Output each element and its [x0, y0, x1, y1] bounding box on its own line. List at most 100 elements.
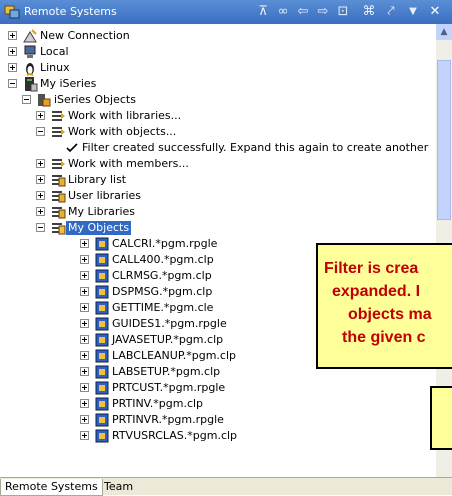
program-object-icon — [95, 317, 109, 331]
tree-item-label: CALCRI.*pgm.rpgle — [112, 237, 218, 250]
tree-item-label: LABSETUP.*pgm.clp — [112, 365, 221, 378]
tree-item-label: DSPMSG.*pgm.clp — [112, 285, 213, 298]
filter-pool-icon — [52, 159, 65, 169]
link-icon[interactable]: ∞ — [274, 3, 292, 21]
collapse-toggle[interactable] — [22, 95, 31, 104]
tree-item-iseries-objects[interactable]: iSeries Objects — [0, 92, 436, 108]
expand-toggle[interactable] — [8, 47, 17, 56]
expand-toggle[interactable] — [80, 255, 89, 264]
filter-pool-icon — [52, 127, 65, 137]
tree-item-label: iSeries Objects — [54, 93, 136, 106]
tab-team[interactable]: Team — [100, 479, 137, 495]
expand-toggle[interactable] — [80, 335, 89, 344]
expand-toggle[interactable] — [36, 191, 45, 200]
tree-item-my-libraries[interactable]: My Libraries — [0, 204, 436, 220]
scroll-thumb[interactable] — [437, 60, 451, 220]
tree-item-work-with-members[interactable]: Work with members... — [0, 156, 436, 172]
tree-item-library-list[interactable]: Library list — [0, 172, 436, 188]
expand-toggle[interactable] — [80, 415, 89, 424]
refresh-icon[interactable]: ⤤ — [382, 3, 400, 21]
tree-item-my-objects[interactable]: My Objects — [0, 220, 436, 236]
expand-toggle[interactable] — [80, 271, 89, 280]
collapse-icon[interactable]: ⌘ — [360, 3, 378, 21]
computer-icon — [24, 45, 36, 58]
object-filter-icon — [52, 223, 66, 235]
tab-remote-systems[interactable]: Remote Systems — [0, 479, 103, 496]
filter-pool-icon — [52, 111, 65, 121]
program-object-icon — [95, 397, 109, 411]
expand-toggle[interactable] — [80, 399, 89, 408]
collapse-toggle[interactable] — [8, 79, 17, 88]
expand-toggle[interactable] — [80, 239, 89, 248]
tutorial-callout-secondary — [430, 386, 452, 450]
program-object-icon — [95, 333, 109, 347]
tree-item-label: New Connection — [40, 29, 130, 42]
tree-item-label: Filter created successfully. Expand this… — [82, 141, 429, 154]
expand-toggle[interactable] — [80, 351, 89, 360]
remote-systems-icon — [4, 5, 20, 19]
tree-item-object[interactable]: PRTINVR.*pgm.rpgle — [0, 412, 436, 428]
tree-item-label: RTVUSRCLAS.*pgm.clp — [112, 429, 238, 442]
view-title: Remote Systems — [24, 5, 117, 18]
tree-item-label: Linux — [40, 61, 70, 74]
program-object-icon — [95, 253, 109, 267]
expand-toggle[interactable] — [36, 175, 45, 184]
home-icon[interactable]: ⊡ — [334, 3, 352, 21]
expand-toggle[interactable] — [80, 367, 89, 376]
tree-item-filter-message[interactable]: Filter created successfully. Expand this… — [0, 140, 436, 156]
tree-item-label: Local — [40, 45, 69, 58]
tree-item-object[interactable]: PRTINV.*pgm.clp — [0, 396, 436, 412]
tree-item-work-with-objects[interactable]: Work with objects... — [0, 124, 436, 140]
expand-toggle[interactable] — [80, 431, 89, 440]
menu-icon[interactable]: ▼ — [404, 3, 422, 21]
checkmark-icon — [66, 143, 78, 153]
expand-toggle[interactable] — [36, 207, 45, 216]
expand-toggle[interactable] — [8, 63, 17, 72]
expand-toggle[interactable] — [36, 159, 45, 168]
tree-item-my-iseries[interactable]: My iSeries — [0, 76, 436, 92]
tree-item-linux[interactable]: Linux — [0, 60, 436, 76]
tree-item-label: My iSeries — [40, 77, 97, 90]
library-filter-icon — [52, 191, 66, 203]
tree-item-label: User libraries — [68, 189, 142, 202]
tree-item-new-connection[interactable]: New Connection — [0, 28, 436, 44]
program-object-icon — [95, 237, 109, 251]
back-icon[interactable]: ⇦ — [294, 3, 312, 21]
library-filter-icon — [52, 207, 66, 219]
tree-item-label: LABCLEANUP.*pgm.clp — [112, 349, 237, 362]
tree-item-work-with-libraries[interactable]: Work with libraries... — [0, 108, 436, 124]
program-object-icon — [95, 429, 109, 443]
tree-item-object[interactable]: PRTCUST.*pgm.rpgle — [0, 380, 436, 396]
scroll-up-arrow-icon[interactable]: ▲ — [436, 24, 452, 40]
view-titlebar: Remote Systems ⊼ ∞ ⇦ ⇨ ⊡ ⌘ ⤤ ▼ ✕ — [0, 0, 452, 24]
tree-item-label: My Objects — [66, 221, 132, 235]
callout-text: Filter is crea expanded. I objects ma th… — [324, 257, 452, 349]
expand-toggle[interactable] — [80, 319, 89, 328]
tree-item-label: My Libraries — [68, 205, 136, 218]
tree-item-label: PRTCUST.*pgm.rpgle — [112, 381, 226, 394]
program-object-icon — [95, 269, 109, 283]
filter-icon[interactable]: ⊼ — [254, 3, 272, 21]
tree-item-local[interactable]: Local — [0, 44, 436, 60]
tree-item-label: PRTINVR.*pgm.rpgle — [112, 413, 224, 426]
collapse-toggle[interactable] — [36, 127, 45, 136]
expand-toggle[interactable] — [80, 287, 89, 296]
close-icon[interactable]: ✕ — [426, 3, 444, 21]
view-tab-bar: Remote Systems Team — [0, 477, 452, 496]
program-object-icon — [95, 349, 109, 363]
tree-item-label: CLRMSG.*pgm.clp — [112, 269, 212, 282]
new-connection-icon — [23, 29, 37, 43]
collapse-toggle[interactable] — [36, 223, 45, 232]
tree-item-object[interactable]: RTVUSRCLAS.*pgm.clp — [0, 428, 436, 444]
program-object-icon — [95, 381, 109, 395]
expand-toggle[interactable] — [8, 31, 17, 40]
expand-toggle[interactable] — [36, 111, 45, 120]
tree-item-user-libraries[interactable]: User libraries — [0, 188, 436, 204]
expand-toggle[interactable] — [80, 303, 89, 312]
tree-item-label: PRTINV.*pgm.clp — [112, 397, 204, 410]
expand-toggle[interactable] — [80, 383, 89, 392]
forward-icon[interactable]: ⇨ — [314, 3, 332, 21]
program-object-icon — [95, 413, 109, 427]
tree-item-label: JAVASETUP.*pgm.clp — [112, 333, 224, 346]
tree-item-label: GUIDES1.*pgm.rpgle — [112, 317, 227, 330]
